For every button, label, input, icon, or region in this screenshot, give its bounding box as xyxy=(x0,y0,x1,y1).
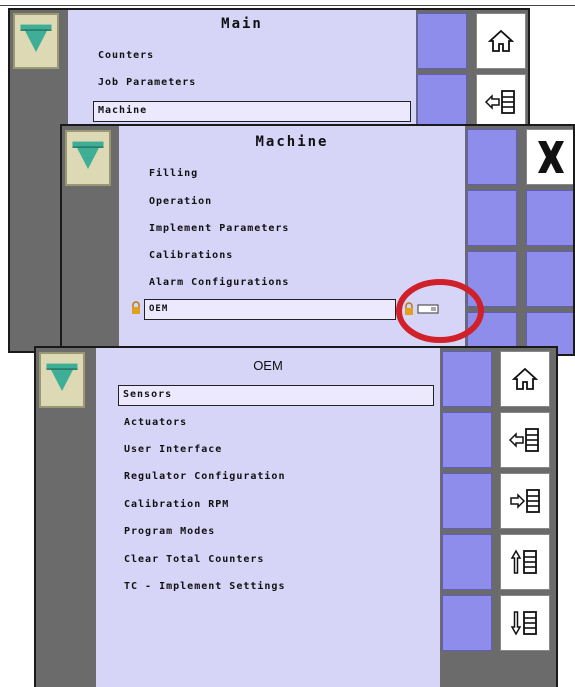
main-title: Main xyxy=(221,16,263,32)
oem-softkey-5[interactable] xyxy=(442,595,492,651)
highlight-circle xyxy=(396,279,484,343)
menu-item-regulator-configuration[interactable]: Regulator Configuration xyxy=(124,471,285,482)
top-rule xyxy=(0,5,575,6)
padlock-icon xyxy=(132,301,140,314)
spreader-logo-icon[interactable] xyxy=(13,13,59,69)
oem-softkey-3[interactable] xyxy=(442,473,492,529)
menu-item-program-modes[interactable]: Program Modes xyxy=(124,526,215,537)
oem-forward-button[interactable] xyxy=(500,473,550,529)
main-home-button[interactable] xyxy=(476,13,526,69)
machine-softkey-2[interactable] xyxy=(467,190,517,246)
main-softkey-2[interactable] xyxy=(417,74,467,130)
oem-page-down-button[interactable] xyxy=(500,595,550,651)
oem-page-up-button[interactable] xyxy=(500,534,550,590)
menu-item-machine[interactable]: Machine xyxy=(93,101,411,122)
home-icon xyxy=(488,29,514,52)
oem-home-button[interactable] xyxy=(500,351,550,407)
oem-back-button[interactable] xyxy=(500,412,550,468)
menu-item-counters[interactable]: Counters xyxy=(98,50,154,61)
back-arrow-list-icon xyxy=(508,428,539,452)
menu-item-alarm-configurations[interactable]: Alarm Configurations xyxy=(149,277,289,288)
machine-softkey-3[interactable] xyxy=(526,190,573,246)
menu-item-actuators[interactable]: Actuators xyxy=(124,417,187,428)
menu-item-implement-parameters[interactable]: Implement Parameters xyxy=(149,223,289,234)
machine-title: Machine xyxy=(255,134,329,150)
spreader-logo-icon[interactable] xyxy=(39,352,85,408)
machine-softkey-5[interactable] xyxy=(526,251,573,307)
home-icon xyxy=(512,367,538,390)
machine-softkey-1[interactable] xyxy=(467,129,517,185)
page-up-list-icon xyxy=(510,549,537,574)
menu-item-calibration-rpm[interactable]: Calibration RPM xyxy=(124,499,229,510)
oem-title: OEM xyxy=(253,358,283,373)
oem-softkey-2[interactable] xyxy=(442,412,492,468)
oem-screen: OEM Sensors Actuators User Interface Reg… xyxy=(34,346,558,687)
spreader-logo-icon[interactable] xyxy=(65,130,111,186)
oem-softkey-4[interactable] xyxy=(442,534,492,590)
menu-item-operation[interactable]: Operation xyxy=(149,196,212,207)
close-x-icon xyxy=(538,141,564,173)
back-arrow-list-icon xyxy=(484,90,515,114)
forward-arrow-list-icon xyxy=(510,489,540,513)
menu-item-tc-implement-settings[interactable]: TC - Implement Settings xyxy=(124,581,285,592)
main-back-button[interactable] xyxy=(476,74,526,130)
menu-item-job-parameters[interactable]: Job Parameters xyxy=(98,77,196,88)
machine-screen: Machine Filling Operation Implement Para… xyxy=(60,124,575,356)
menu-item-calibrations[interactable]: Calibrations xyxy=(149,250,233,261)
menu-item-sensors[interactable]: Sensors xyxy=(118,385,434,406)
main-softkey-1[interactable] xyxy=(417,13,467,69)
oem-menu-area: OEM Sensors Actuators User Interface Reg… xyxy=(96,348,440,687)
machine-close-button[interactable] xyxy=(526,129,573,185)
oem-softkey-1[interactable] xyxy=(442,351,492,407)
menu-item-clear-total-counters[interactable]: Clear Total Counters xyxy=(124,554,264,565)
page-down-list-icon xyxy=(510,611,537,636)
menu-item-filling[interactable]: Filling xyxy=(149,168,198,179)
menu-item-user-interface[interactable]: User Interface xyxy=(124,444,222,455)
menu-item-oem[interactable]: OEM xyxy=(144,299,396,320)
